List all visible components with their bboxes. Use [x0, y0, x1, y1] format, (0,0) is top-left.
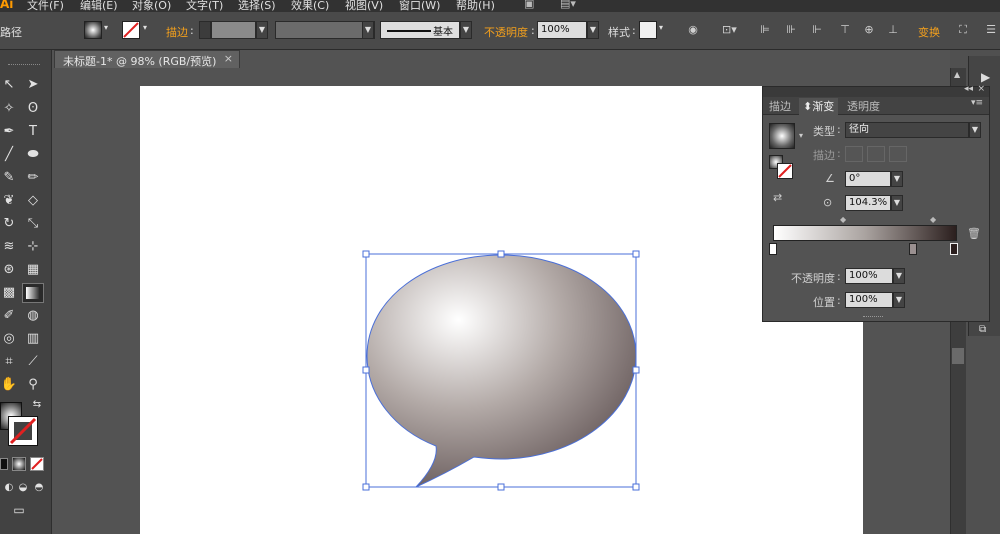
- angle-dropdown[interactable]: ▼: [891, 171, 903, 187]
- opacity-label: 不透明度: [791, 272, 835, 285]
- stroke-gradient-across-icon[interactable]: [889, 146, 907, 162]
- stroke-mini-swatch[interactable]: [777, 163, 793, 179]
- color-stop-start[interactable]: [769, 243, 777, 255]
- type-select[interactable]: 径向: [845, 122, 969, 138]
- stop-location-dropdown[interactable]: ▼: [893, 292, 905, 308]
- stop-opacity-input[interactable]: 100%: [845, 268, 893, 284]
- midpoint-marker-left[interactable]: ◆: [840, 215, 846, 224]
- gradient-preview-swatch[interactable]: [769, 123, 795, 149]
- handle-top[interactable]: [497, 250, 505, 258]
- stroke-gradient-along-icon[interactable]: [867, 146, 885, 162]
- aspect-ratio-input[interactable]: 104.3%: [845, 195, 891, 211]
- handle-bottom-right[interactable]: [632, 483, 640, 491]
- tab-transparency[interactable]: 透明度: [843, 98, 884, 115]
- location-label: 位置: [813, 296, 835, 309]
- trash-icon[interactable]: 🗑: [967, 227, 981, 240]
- panel-resize-grip[interactable]: [863, 316, 883, 319]
- panel-tabs: 描边 ⬍渐变 透明度 ▾≡: [763, 97, 989, 115]
- type-dropdown-arrow[interactable]: ▼: [969, 122, 981, 138]
- angle-input[interactable]: 0°: [845, 171, 891, 187]
- panel-titlebar[interactable]: ◂◂ ×: [763, 84, 989, 97]
- aspect-ratio-icon: ⊙: [823, 196, 833, 209]
- handle-bottom-left[interactable]: [362, 483, 370, 491]
- stop-opacity-dropdown[interactable]: ▼: [893, 268, 905, 284]
- tab-stroke[interactable]: 描边: [765, 98, 795, 115]
- handle-left[interactable]: [362, 366, 370, 374]
- stroke-gradient-within-icon[interactable]: [845, 146, 863, 162]
- collapse-panel-icon[interactable]: ◂◂: [964, 84, 973, 94]
- stroke-gradient-buttons: [845, 146, 907, 162]
- dock-panel-icon[interactable]: ⧉: [979, 324, 986, 335]
- handle-bottom[interactable]: [497, 483, 505, 491]
- speech-bubble-shape[interactable]: [366, 254, 637, 488]
- color-stop-middle[interactable]: [909, 243, 917, 255]
- gradient-slider[interactable]: [773, 225, 957, 241]
- gradient-panel: ◂◂ × 描边 ⬍渐变 透明度 ▾≡ ▾ ⇄ 类型 : 径向 ▼ 描边 : ∠ …: [762, 84, 990, 322]
- handle-right[interactable]: [632, 366, 640, 374]
- stop-location-input[interactable]: 100%: [845, 292, 893, 308]
- dock-play-icon[interactable]: ▶: [981, 70, 990, 84]
- panel-menu-icon[interactable]: ▾≡: [971, 98, 983, 108]
- midpoint-marker-right[interactable]: ◆: [930, 215, 936, 224]
- close-panel-icon[interactable]: ×: [977, 84, 985, 94]
- handle-top-right[interactable]: [632, 250, 640, 258]
- reverse-gradient-icon[interactable]: ⇄: [773, 191, 782, 204]
- scroll-up-icon[interactable]: ▲: [954, 70, 960, 79]
- angle-icon: ∠: [825, 172, 835, 185]
- gradient-preset-dropdown[interactable]: ▾: [799, 131, 803, 140]
- tab-gradient[interactable]: ⬍渐变: [799, 98, 839, 115]
- stroke-label: 描边: [813, 149, 835, 162]
- color-stop-end[interactable]: [950, 243, 958, 255]
- handle-top-left[interactable]: [362, 250, 370, 258]
- type-label: 类型: [813, 125, 835, 138]
- scrollbar-thumb[interactable]: [952, 348, 964, 364]
- aspect-ratio-dropdown[interactable]: ▼: [891, 195, 903, 211]
